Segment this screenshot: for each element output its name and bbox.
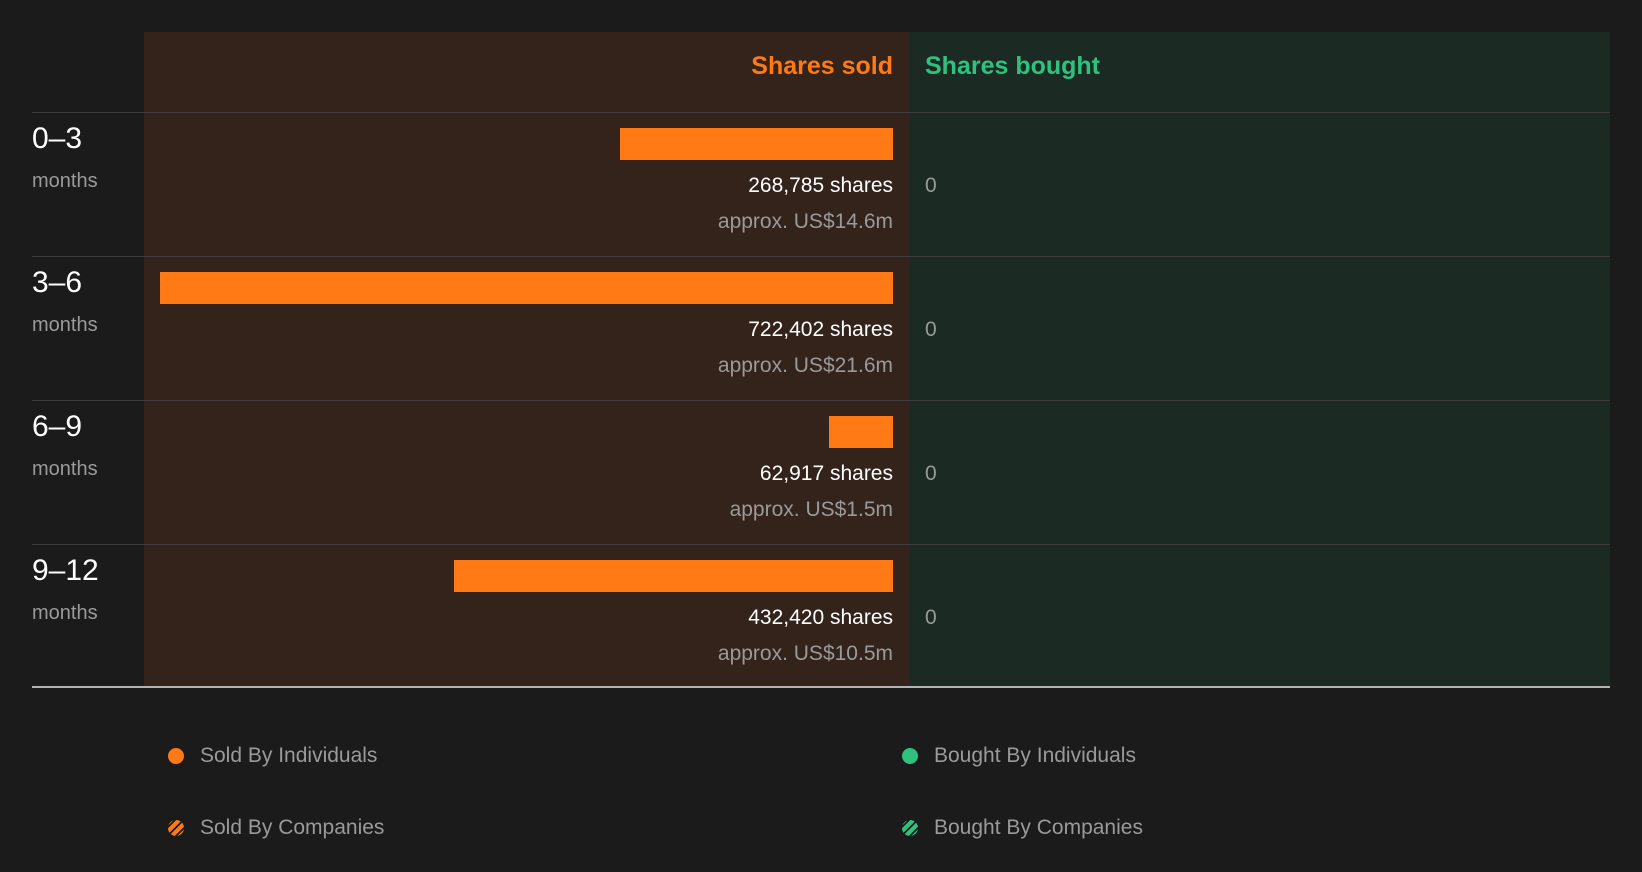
shares-sold-header: Shares sold [751,52,893,80]
period-row: 3–6 months 722,402 shares approx. US$21.6m 0 [0,256,1642,400]
legend-sold-companies: Sold By Companies [168,816,384,840]
sold-shares-label: 432,420 shares [748,606,893,629]
sold-bar [160,272,893,304]
shares-bought-header: Shares bought [925,52,1101,80]
legend-sold-individuals: Sold By Individuals [168,744,377,768]
sold-value-label: approx. US$1.5m [729,498,893,521]
baseline [32,686,1610,688]
period-range-label: 6–9 [32,410,83,443]
sold-value-label: approx. US$10.5m [717,642,893,665]
period-row: 0–3 months 268,785 shares approx. US$14.6m 0 [0,112,1642,256]
legend-label: Sold By Companies [200,816,385,839]
legend-bought-companies: Bought By Companies [902,816,1143,840]
period-unit-label: months [32,314,98,336]
legend-label: Sold By Individuals [200,744,378,767]
legend-label: Bought By Companies [934,816,1143,839]
bought-companies-swatch-icon [902,820,918,836]
bought-shares-label: 0 [925,606,937,629]
legend-bought-individuals: Bought By Individuals [902,744,1136,768]
sold-companies-swatch-icon [168,820,184,836]
sold-bar [620,128,893,160]
sold-bar [829,416,893,448]
bought-individuals-swatch-icon [902,748,918,764]
period-row: 9–12 months 432,420 shares approx. US$10.5m… [0,544,1642,688]
sold-shares-label: 722,402 shares [748,318,893,341]
period-row: 6–9 months 62,917 shares approx. US$1.5m 0 [0,400,1642,544]
bought-shares-label: 0 [925,174,937,197]
bought-shares-label: 0 [925,318,937,341]
sold-value-label: approx. US$21.6m [717,354,893,377]
sold-individuals-swatch-icon [168,748,184,764]
period-range-label: 0–3 [32,122,83,155]
legend-label: Bought By Individuals [934,744,1136,767]
sold-shares-label: 268,785 shares [748,174,893,197]
period-unit-label: months [32,458,98,480]
period-range-label: 3–6 [32,266,83,299]
sold-bar [454,560,893,592]
sold-value-label: approx. US$14.6m [717,210,893,233]
bought-shares-label: 0 [925,462,937,485]
period-unit-label: months [32,602,98,624]
sold-shares-label: 62,917 shares [759,462,893,485]
period-range-label: 9–12 [32,554,99,587]
insider-trading-chart: Shares sold Shares bought 0–3 months 268,7… [0,0,1642,872]
period-unit-label: months [32,170,98,192]
